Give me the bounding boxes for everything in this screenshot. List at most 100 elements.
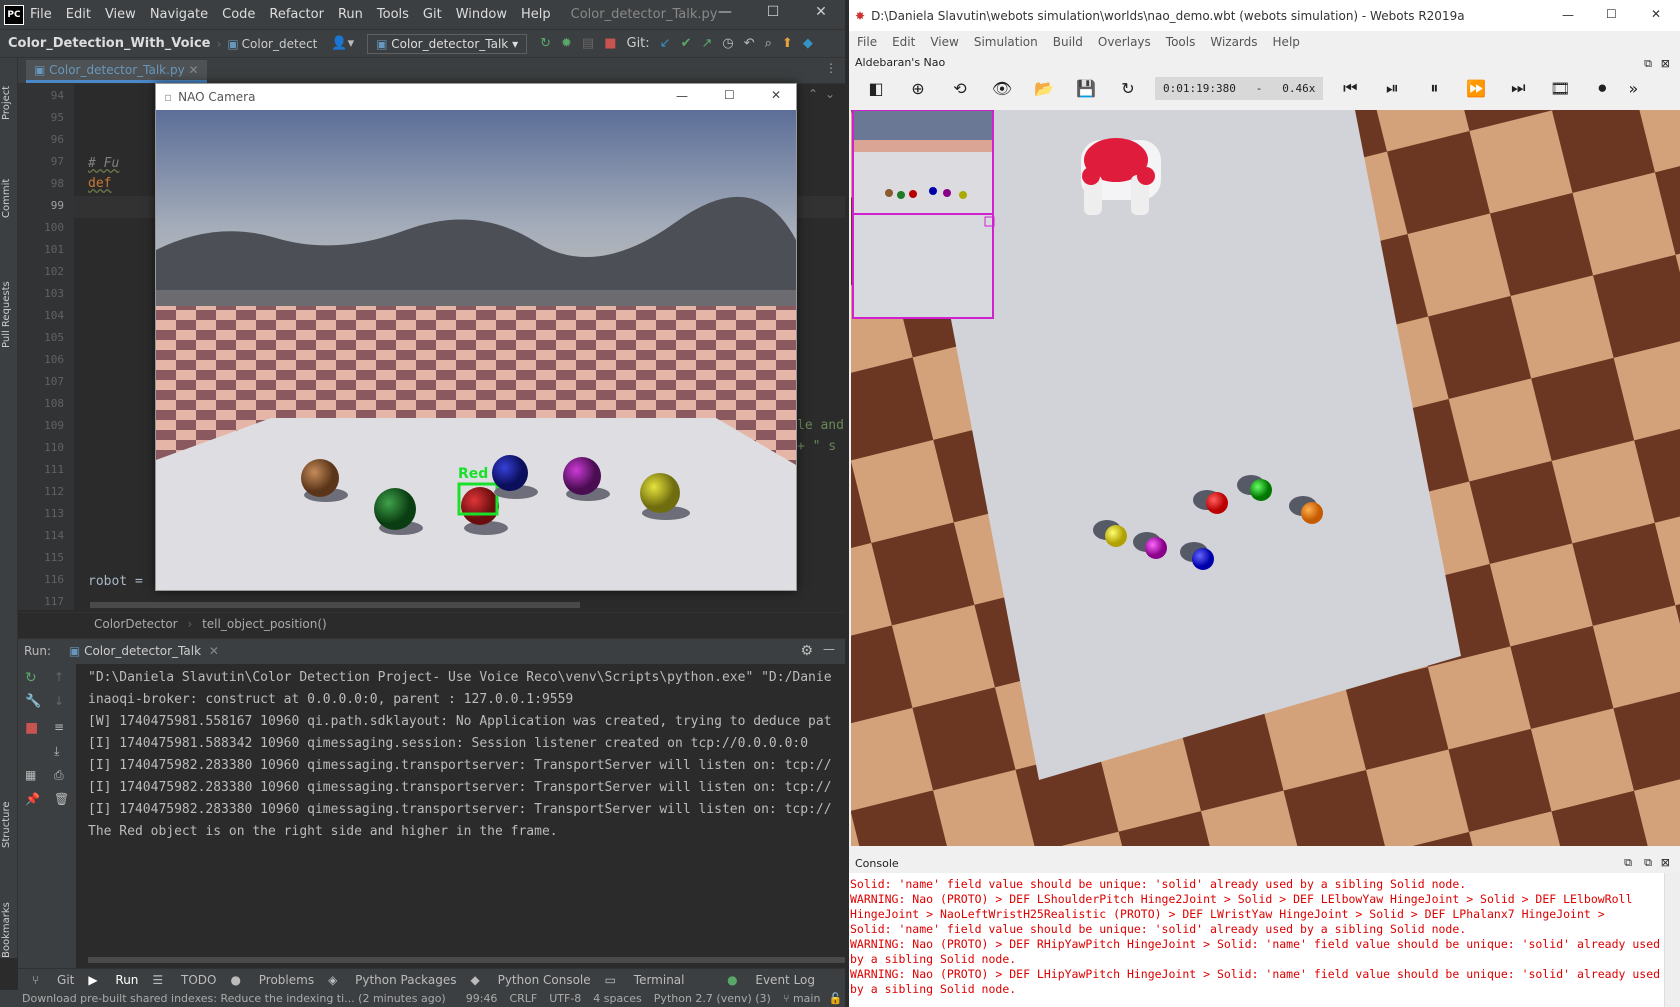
close-tab-icon[interactable]: ✕ — [209, 644, 219, 658]
arrow-down-icon[interactable]: ↓ — [54, 694, 64, 708]
add-node-icon[interactable]: ⊕ — [897, 79, 939, 98]
record-icon[interactable]: ⚫ — [1581, 79, 1623, 98]
side-tab-project[interactable]: Project — [1, 86, 12, 120]
step-icon[interactable]: ⏯ — [1371, 78, 1413, 98]
more-icon[interactable]: » — [1623, 79, 1643, 98]
side-tab-commit[interactable]: Commit — [1, 179, 12, 218]
bottom-tab-git[interactable]: ⑂ Git — [32, 973, 74, 987]
menu-view[interactable]: View — [105, 7, 136, 22]
scroll-up-icon[interactable]: ⌃ — [808, 87, 818, 101]
scroll-to-end-icon[interactable]: ⤓ — [54, 744, 59, 759]
status-branch[interactable]: ⑂ main — [783, 992, 821, 1005]
record-movie-icon[interactable]: 🎞 — [1539, 79, 1581, 98]
nao-camera-window[interactable]: ▫ NAO Camera — ☐ ✕ Red — [155, 83, 797, 591]
console-scrollbar[interactable] — [1664, 873, 1680, 1007]
wb-menu-overlays[interactable]: Overlays — [1098, 35, 1151, 49]
wb-menu-build[interactable]: Build — [1053, 35, 1083, 49]
soft-wrap-icon[interactable]: ≡ — [54, 720, 64, 734]
bottom-tab-problems[interactable]: ● Problems — [230, 973, 314, 987]
run-config-select[interactable]: ▣ Color_detector_Talk ▾ — [367, 33, 528, 54]
menu-tools[interactable]: Tools — [377, 7, 409, 22]
maximize-icon[interactable]: ☐ — [724, 88, 735, 102]
maximize-icon[interactable]: ☐ — [1606, 7, 1617, 21]
menu-navigate[interactable]: Navigate — [150, 7, 208, 22]
wb-menu-view[interactable]: View — [930, 35, 958, 49]
console-output[interactable]: Solid: 'name' field value should be uniq… — [849, 873, 1680, 1007]
wb-menu-edit[interactable]: Edit — [892, 35, 915, 49]
run-icon[interactable]: ⏩ — [1455, 79, 1497, 98]
update-icon[interactable]: ⬆ — [782, 36, 793, 51]
arrow-up-icon[interactable]: ↑ — [54, 670, 64, 684]
float-icon[interactable]: ⧉ — [1644, 57, 1652, 71]
save-icon[interactable]: 💾 — [1065, 79, 1107, 98]
close-icon[interactable]: ⊠ — [1661, 856, 1670, 869]
3d-view[interactable] — [851, 110, 1680, 846]
trash-icon[interactable]: 🗑 — [54, 792, 69, 806]
wb-menu-wizards[interactable]: Wizards — [1210, 35, 1257, 49]
menu-refactor[interactable]: Refactor — [269, 7, 324, 22]
bottom-tab-run[interactable]: ▶ Run — [88, 973, 138, 987]
reload-icon[interactable]: ↻ — [1107, 79, 1149, 98]
scroll-down-icon[interactable]: ⌄ — [825, 87, 835, 101]
menu-help[interactable]: Help — [521, 7, 551, 22]
print-icon[interactable]: ⎙ — [54, 768, 64, 783]
open-folder-icon[interactable]: 📂 — [1023, 79, 1065, 98]
menu-run[interactable]: Run — [338, 7, 363, 22]
horizontal-scrollbar[interactable] — [90, 602, 580, 608]
pause-icon[interactable]: ⏸ — [1413, 78, 1455, 98]
close-icon[interactable]: ✕ — [806, 4, 836, 20]
stop-icon[interactable]: ■ — [604, 36, 616, 51]
breadcrumb-class[interactable]: ColorDetector — [94, 617, 178, 631]
eye-icon[interactable]: 👁 — [981, 79, 1023, 98]
status-position[interactable]: 99:46 — [466, 992, 498, 1005]
fast-icon[interactable]: ⏭ — [1497, 78, 1539, 98]
status-line-sep[interactable]: CRLF — [509, 992, 537, 1005]
pin-icon[interactable]: 📌 — [25, 792, 40, 806]
git-commit-icon[interactable]: ✔ — [681, 36, 692, 51]
layout-icon[interactable]: ▦ — [25, 768, 36, 782]
maximize-icon[interactable]: ☐ — [758, 4, 788, 20]
run-output[interactable]: "D:\Daniela Slavutin\Color Detection Pro… — [76, 664, 845, 964]
search-icon[interactable]: ⌕ — [765, 36, 772, 51]
bottom-tab-terminal[interactable]: ▭ Terminal — [605, 973, 685, 987]
lock-icon[interactable]: 🔓 — [828, 992, 842, 1005]
side-tab-pull-requests[interactable]: Pull Requests — [1, 281, 12, 348]
rerun-icon[interactable]: ↻ — [25, 670, 37, 686]
bottom-tab-python-console[interactable]: ◆ Python Console — [471, 973, 591, 987]
reset-icon[interactable]: ⏮ — [1329, 78, 1371, 98]
status-interpreter[interactable]: Python 2.7 (venv) (3) — [654, 992, 771, 1005]
stop-icon[interactable]: ■ — [25, 720, 38, 736]
output-scrollbar[interactable] — [88, 957, 845, 963]
user-icon[interactable]: 👤▾ — [331, 36, 354, 51]
editor-tab[interactable]: ▣ Color_detector_Talk.py ✕ — [26, 60, 207, 83]
gear-icon[interactable]: ⚙ — [800, 643, 813, 659]
wb-menu-file[interactable]: File — [857, 35, 877, 49]
coverage-icon[interactable]: ▤ — [582, 36, 594, 51]
wb-menu-simulation[interactable]: Simulation — [974, 35, 1038, 49]
close-icon[interactable]: ✕ — [1651, 7, 1661, 21]
wb-menu-tools[interactable]: Tools — [1166, 35, 1196, 49]
side-tab-bookmarks[interactable]: Bookmarks — [1, 902, 12, 958]
history-icon[interactable]: ◷ — [722, 36, 733, 51]
bottom-tab-event-log[interactable]: ● Event Log — [713, 973, 815, 987]
wb-menu-help[interactable]: Help — [1273, 35, 1300, 49]
run-tab-label[interactable]: Color_detector_Talk — [84, 644, 201, 658]
close-icon[interactable]: ⊠ — [1661, 57, 1670, 70]
toggle-scene-tree-icon[interactable]: ◧ — [855, 79, 897, 98]
project-name[interactable]: Color_Detection_With_Voice — [8, 36, 211, 51]
status-indent[interactable]: 4 spaces — [593, 992, 642, 1005]
minimize-icon[interactable]: — — [1562, 8, 1574, 22]
side-tab-structure[interactable]: Structure — [1, 801, 12, 848]
git-push-icon[interactable]: ↗ — [701, 36, 712, 51]
menu-edit[interactable]: Edit — [66, 7, 91, 22]
bottom-tab-todo[interactable]: ☰ TODO — [152, 973, 216, 987]
status-message[interactable]: Download pre-built shared indexes: Reduc… — [22, 992, 446, 1005]
float-icon[interactable]: ⧉ — [1624, 856, 1632, 870]
hide-icon[interactable]: — — [823, 642, 835, 656]
close-tab-icon[interactable]: ✕ — [189, 63, 199, 77]
wrench-icon[interactable]: 🔧 — [25, 694, 41, 709]
status-encoding[interactable]: UTF-8 — [549, 992, 581, 1005]
debug-icon[interactable]: ✹ — [561, 36, 572, 51]
follow-object-icon[interactable]: ⟲ — [939, 79, 981, 98]
menu-window[interactable]: Window — [456, 7, 507, 22]
